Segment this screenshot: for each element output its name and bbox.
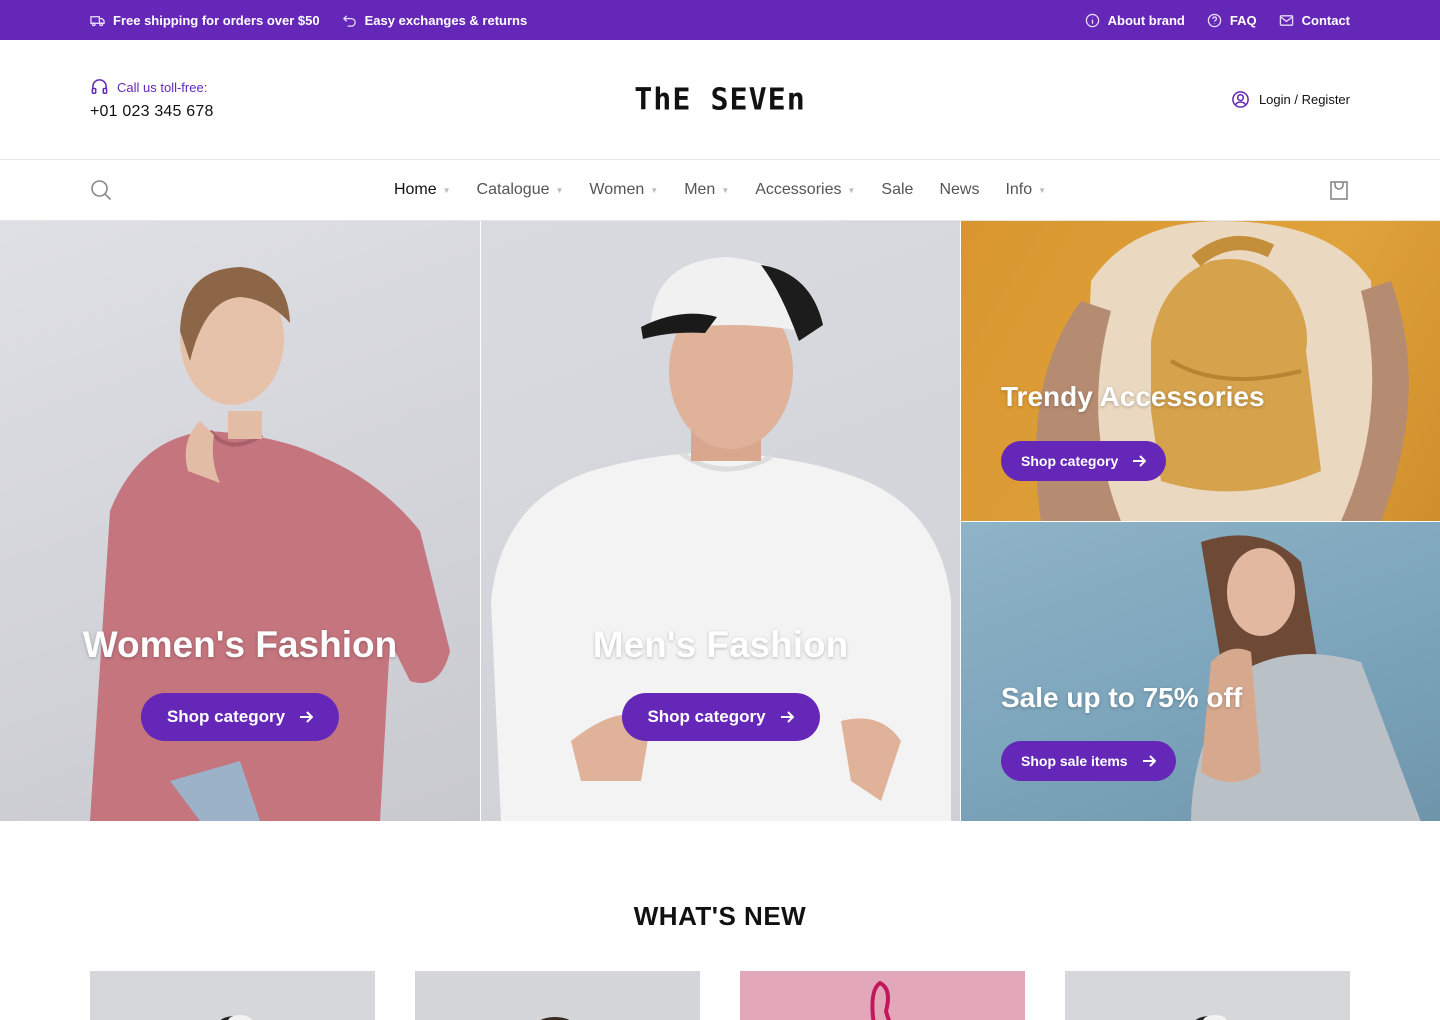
button-label: Shop sale items xyxy=(1021,753,1128,769)
nav-item-label: Info xyxy=(1005,181,1033,198)
contact-label: Contact xyxy=(1301,12,1350,28)
login-register-link[interactable]: Login / Register xyxy=(1231,90,1350,109)
site-logo[interactable]: ThE SEVEn xyxy=(634,82,806,117)
sale-title: Sale up to 75% off xyxy=(1001,682,1243,713)
arrow-right-icon xyxy=(300,711,314,723)
accessories-tile[interactable]: Trendy Accessories Shop category xyxy=(960,221,1440,521)
product-cards xyxy=(0,971,1440,1020)
arrow-right-icon xyxy=(780,711,794,723)
arrow-right-icon xyxy=(1142,755,1156,767)
button-label: Shop category xyxy=(1021,453,1119,469)
shipping-info: Free shipping for orders over $50 xyxy=(90,13,320,28)
accessories-title: Trendy Accessories xyxy=(1001,381,1265,412)
nav-item-info[interactable]: Info ▼ xyxy=(1005,181,1046,199)
product-card[interactable] xyxy=(740,971,1025,1020)
nav-item-home[interactable]: Home ▼ xyxy=(394,181,451,199)
nav-item-men[interactable]: Men ▼ xyxy=(684,181,729,199)
hero-grid: Women's Fashion Shop category Men's Fash… xyxy=(0,221,1440,821)
user-icon xyxy=(1232,91,1249,108)
caret-down-icon: ▼ xyxy=(555,185,564,195)
nav-item-catalogue[interactable]: Catalogue ▼ xyxy=(477,181,564,199)
product-image xyxy=(220,1015,252,1020)
nav-item-label: Men xyxy=(684,181,716,198)
search-icon[interactable] xyxy=(90,179,112,201)
question-icon xyxy=(1207,13,1222,27)
faq-link[interactable]: FAQ xyxy=(1207,13,1257,28)
nav-item-label: News xyxy=(939,181,980,198)
exchanges-info: Easy exchanges & returns xyxy=(342,12,528,28)
top-bar: Free shipping for orders over $50 Easy e… xyxy=(0,0,1440,40)
sale-tile[interactable]: Sale up to 75% off Shop sale items xyxy=(960,521,1440,821)
women-shop-category-button[interactable]: Shop category xyxy=(140,693,340,741)
product-card[interactable] xyxy=(1065,971,1350,1020)
main-nav: Home ▼ Catalogue ▼ Women ▼ Men ▼ Accessories… xyxy=(0,160,1440,221)
men-shop-category-button[interactable]: Shop category xyxy=(621,693,820,741)
contact-link[interactable]: Contact xyxy=(1279,13,1350,28)
truck-icon xyxy=(90,15,105,26)
nav-item-label: Home xyxy=(393,181,437,198)
nav-item-label: Women xyxy=(589,181,645,198)
nav-item-label: Catalogue xyxy=(476,181,550,198)
site-header: Call us toll-free: +01 023 345 678 ThE S… xyxy=(0,40,1440,160)
nav-item-label: Accessories xyxy=(755,181,842,198)
phone-number[interactable]: +01 023 345 678 xyxy=(90,103,214,121)
shop-sale-items-button[interactable]: Shop sale items xyxy=(1001,741,1176,781)
button-label: Shop category xyxy=(166,707,286,726)
info-icon xyxy=(1085,13,1099,27)
product-image xyxy=(540,1017,570,1020)
men-fashion-tile[interactable]: Men's Fashion Shop category xyxy=(480,221,960,821)
nav-item-label: Sale xyxy=(881,181,914,198)
product-image xyxy=(870,980,891,1020)
return-arrow-icon xyxy=(342,14,356,27)
women-fashion-tile[interactable]: Women's Fashion Shop category xyxy=(0,221,480,821)
cart-icon[interactable] xyxy=(1328,179,1350,201)
product-card[interactable] xyxy=(90,971,375,1020)
whats-new-heading: WHAT'S NEW xyxy=(633,901,807,931)
men-fashion-title: Men's Fashion xyxy=(592,624,849,665)
about-brand-link[interactable]: About brand xyxy=(1085,13,1185,28)
arrow-right-icon xyxy=(1133,455,1147,467)
phone-block: Call us toll-free: +01 023 345 678 xyxy=(90,78,214,121)
product-card[interactable] xyxy=(415,971,700,1020)
mail-icon xyxy=(1279,14,1293,26)
nav-item-news[interactable]: News xyxy=(939,181,979,199)
caret-down-icon: ▼ xyxy=(1038,185,1047,195)
nav-item-women[interactable]: Women ▼ xyxy=(589,181,658,199)
nav-item-sale[interactable]: Sale xyxy=(881,181,913,199)
exchanges-text: Easy exchanges & returns xyxy=(364,12,528,28)
nav-item-accessories[interactable]: Accessories ▼ xyxy=(755,181,855,199)
accessories-shop-category-button[interactable]: Shop category xyxy=(1001,441,1167,481)
product-image xyxy=(1195,1015,1227,1020)
shipping-text: Free shipping for orders over $50 xyxy=(113,12,320,28)
about-brand-label: About brand xyxy=(1107,12,1185,28)
button-label: Shop category xyxy=(647,707,766,726)
call-label: Call us toll-free: xyxy=(117,80,208,95)
women-fashion-title: Women's Fashion xyxy=(82,624,398,665)
caret-down-icon: ▼ xyxy=(650,185,659,195)
headset-icon xyxy=(91,79,108,94)
caret-down-icon: ▼ xyxy=(847,185,856,195)
faq-label: FAQ xyxy=(1229,12,1257,28)
caret-down-icon: ▼ xyxy=(721,185,730,195)
login-label: Login / Register xyxy=(1258,92,1350,107)
nav-menu: Home ▼ Catalogue ▼ Women ▼ Men ▼ Accessories… xyxy=(394,181,1046,199)
caret-down-icon: ▼ xyxy=(442,185,451,195)
